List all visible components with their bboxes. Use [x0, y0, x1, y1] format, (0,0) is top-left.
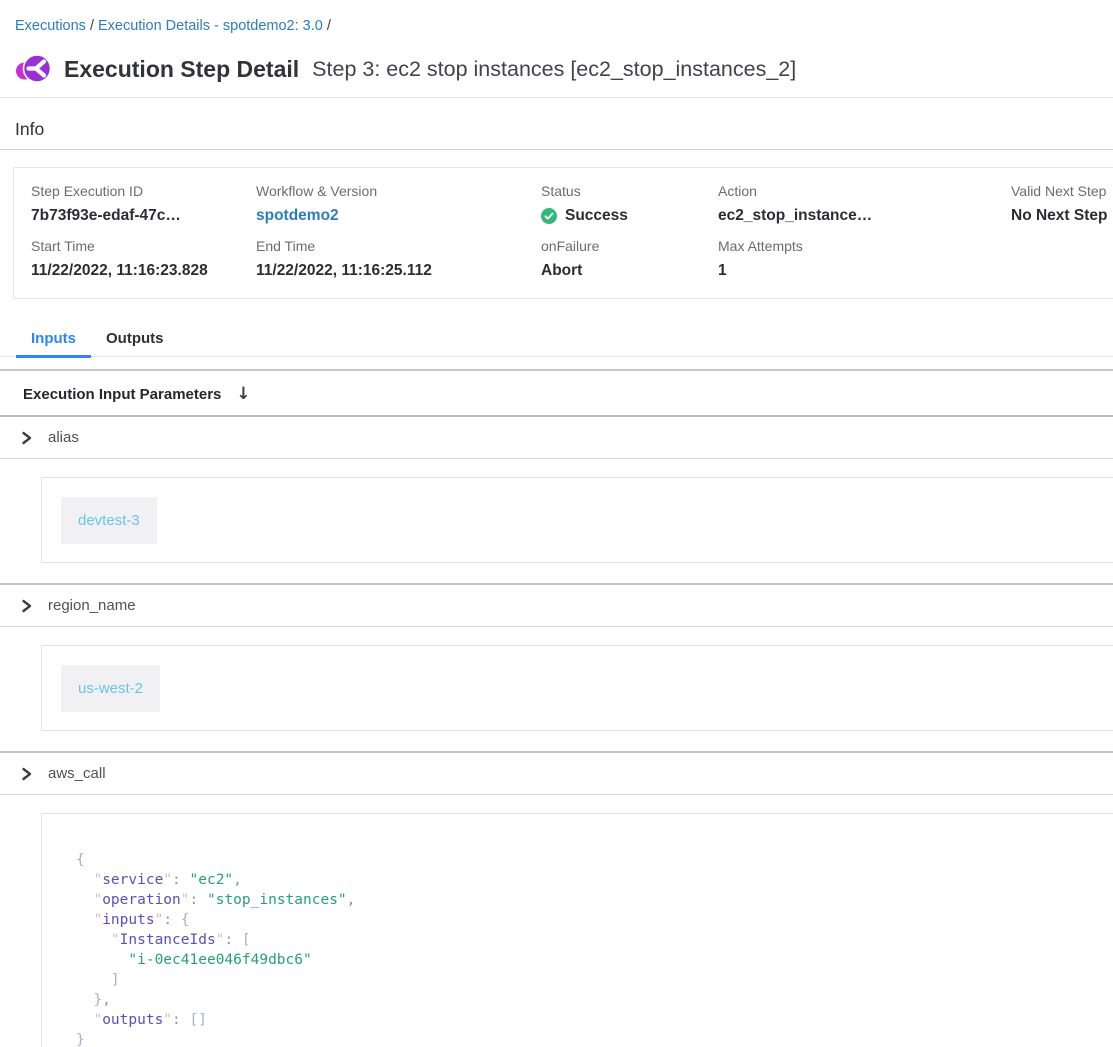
field-value: 1	[718, 261, 1011, 280]
chevron-right-icon	[20, 767, 33, 781]
breadcrumb: Executions/Execution Details - spotdemo2…	[0, 0, 1113, 35]
success-check-icon	[541, 208, 557, 224]
param-value-chip: devtest-3	[61, 497, 157, 544]
field-label: End Time	[256, 238, 541, 255]
field-status: Status Success	[541, 183, 718, 225]
field-value: Abort	[541, 261, 718, 280]
field-label: Valid Next Step	[1011, 183, 1113, 200]
field-label: Max Attempts	[718, 238, 1011, 255]
chevron-right-icon	[20, 431, 33, 445]
page-subtitle: Step 3: ec2 stop instances [ec2_stop_ins…	[312, 57, 796, 82]
field-label: onFailure	[541, 238, 718, 255]
breadcrumb-link-executions[interactable]: Executions	[15, 18, 86, 34]
page-header: Execution Step Detail Step 3: ec2 stop i…	[15, 50, 1098, 88]
tab-bar: Inputs Outputs	[0, 322, 1113, 357]
param-json-box: { "service": "ec2", "operation": "stop_i…	[41, 813, 1113, 1047]
workflow-logo-icon	[15, 51, 51, 87]
section-toggle-alias[interactable]: alias	[0, 417, 1113, 459]
field-label: Step Execution ID	[31, 183, 256, 200]
divider	[0, 369, 1113, 371]
param-name: aws_call	[48, 765, 106, 782]
field-label: Start Time	[31, 238, 256, 255]
field-value: 7b73f93e-edaf-47c…	[31, 206, 256, 225]
field-label: Status	[541, 183, 718, 200]
param-name: region_name	[48, 597, 136, 614]
chevron-right-icon	[20, 599, 33, 613]
info-section-heading: Info	[15, 119, 1098, 140]
param-value-chip: us-west-2	[61, 665, 160, 712]
status-badge: Success	[565, 206, 628, 225]
json-code: { "service": "ec2", "operation": "stop_i…	[76, 850, 1113, 1047]
param-name: alias	[48, 429, 79, 446]
field-label: Action	[718, 183, 1011, 200]
divider	[0, 149, 1113, 150]
field-value: ec2_stop_instance…	[718, 206, 1011, 225]
breadcrumb-separator: /	[323, 18, 335, 34]
param-value-box: us-west-2	[41, 645, 1113, 731]
breadcrumb-link-execution-details[interactable]: Execution Details - spotdemo2: 3.0	[98, 18, 323, 34]
tab-inputs[interactable]: Inputs	[16, 322, 91, 356]
field-label: Workflow & Version	[256, 183, 541, 200]
execution-input-parameters-header: Execution Input Parameters ↓	[23, 384, 1113, 404]
divider	[0, 97, 1113, 98]
field-onfailure: onFailure Abort	[541, 238, 718, 280]
breadcrumb-separator: /	[86, 18, 98, 34]
section-toggle-aws-call[interactable]: aws_call	[0, 753, 1113, 795]
params-heading: Execution Input Parameters	[23, 386, 221, 403]
field-step-execution-id: Step Execution ID 7b73f93e-edaf-47c…	[31, 183, 256, 225]
field-value: No Next Step	[1011, 206, 1113, 225]
tab-outputs[interactable]: Outputs	[91, 322, 179, 356]
param-value-box: devtest-3	[41, 477, 1113, 563]
section-toggle-region-name[interactable]: region_name	[0, 585, 1113, 627]
field-action: Action ec2_stop_instance…	[718, 183, 1011, 225]
field-end-time: End Time 11/22/2022, 11:16:25.112	[256, 238, 541, 280]
field-workflow-version: Workflow & Version spotdemo2	[256, 183, 541, 225]
field-start-time: Start Time 11/22/2022, 11:16:23.828	[31, 238, 256, 280]
step-info-card: Step Execution ID 7b73f93e-edaf-47c… Wor…	[13, 167, 1113, 299]
field-value: 11/22/2022, 11:16:25.112	[256, 261, 541, 280]
field-max-attempts: Max Attempts 1	[718, 238, 1011, 280]
workflow-link[interactable]: spotdemo2	[256, 206, 541, 225]
param-section-alias: alias devtest-3	[0, 417, 1113, 585]
down-arrow-icon[interactable]: ↓	[236, 384, 250, 404]
param-section-region-name: region_name us-west-2	[0, 585, 1113, 753]
field-empty	[1011, 238, 1113, 280]
field-value: 11/22/2022, 11:16:23.828	[31, 261, 256, 280]
field-valid-next-step: Valid Next Step No Next Step	[1011, 183, 1113, 225]
param-section-aws-call: aws_call { "service": "ec2", "operation"…	[0, 753, 1113, 1047]
page-title: Execution Step Detail	[64, 56, 299, 83]
